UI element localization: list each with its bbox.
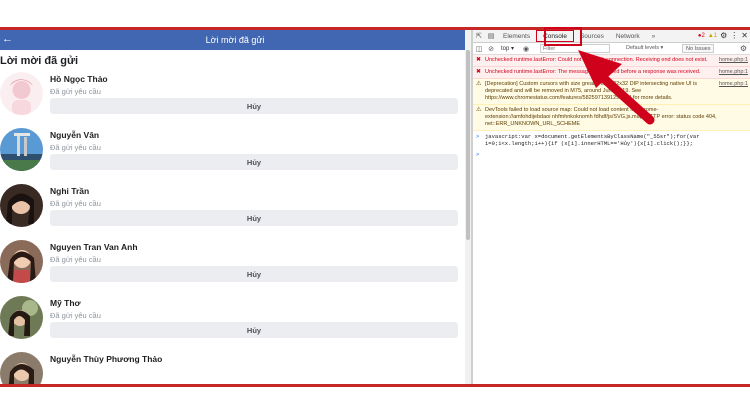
error-count[interactable]: ●2 <box>698 33 705 39</box>
message-text: [Deprecation] Custom cursors with size g… <box>485 81 698 101</box>
device-toolbar-icon[interactable]: ▤ <box>485 30 497 42</box>
avatar[interactable] <box>0 72 43 115</box>
log-levels-dropdown[interactable]: Default levels ▾ <box>626 45 663 51</box>
contact-name[interactable]: Nghi Trần <box>50 186 89 196</box>
request-status: Đã gửi yêu cầu <box>50 311 101 320</box>
issues-button[interactable]: No Issues <box>682 44 715 53</box>
inspect-element-icon[interactable]: ⇱ <box>473 30 485 42</box>
cancel-request-button[interactable]: Hủy <box>50 266 458 282</box>
devtools-tabbar: ⇱ ▤ Elements Console Sources Network » ●… <box>473 30 750 43</box>
console-warning-message: ⚠ [Deprecation] Custom cursors with size… <box>473 79 750 105</box>
request-list: Hồ Ngọc Thảo Đã gửi yêu cầu Hủy Nguyễn V… <box>0 72 470 384</box>
warning-icon: ⚠ <box>476 81 482 87</box>
source-link[interactable]: home.php:1 <box>719 69 748 76</box>
context-selector[interactable]: top ▾ <box>501 45 514 52</box>
bottom-border <box>0 384 750 387</box>
list-item: Hồ Ngọc Thảo Đã gửi yêu cầu Hủy <box>0 72 470 128</box>
cancel-request-button[interactable]: Hủy <box>50 210 458 226</box>
tab-sources[interactable]: Sources <box>574 30 610 43</box>
console-error-message: ✖ Unchecked runtime.lastError: The messa… <box>473 67 750 79</box>
page-title: Lời mời đã gửi <box>205 35 265 45</box>
request-status: Đã gửi yêu cầu <box>50 199 101 208</box>
console-input-line[interactable]: > <box>473 149 750 158</box>
warning-count[interactable]: ▲1 <box>708 33 717 39</box>
console-warning-message: ⚠ DevTools failed to load source map: Co… <box>473 105 750 131</box>
avatar[interactable] <box>0 352 43 384</box>
source-link[interactable]: home.php:1 <box>719 81 748 88</box>
more-tabs-button[interactable]: » <box>646 30 662 43</box>
clear-console-icon[interactable]: ⊘ <box>485 43 497 55</box>
eye-icon[interactable]: ◉ <box>520 43 532 55</box>
request-status: Đã gửi yêu cầu <box>50 87 101 96</box>
message-text: DevTools failed to load source map: Coul… <box>485 107 717 127</box>
error-count-value: 2 <box>701 32 705 39</box>
request-status: Đã gửi yêu cầu <box>50 143 101 152</box>
scrollbar-thumb[interactable] <box>466 50 470 240</box>
prompt-chevron-icon: > <box>476 133 480 140</box>
close-icon[interactable]: ✕ <box>741 31 748 40</box>
warning-count-value: 1 <box>713 32 718 39</box>
avatar[interactable] <box>0 240 43 283</box>
contact-name[interactable]: Nguyễn Vân <box>50 130 99 140</box>
sidebar-toggle-icon[interactable]: ◫ <box>473 43 485 55</box>
message-text: Unchecked runtime.lastError: The message… <box>485 69 701 75</box>
list-item: Mỹ Thơ Đã gửi yêu cầu Hủy <box>0 296 470 352</box>
console-error-message: ✖ Unchecked runtime.lastError: Could not… <box>473 55 750 67</box>
arrow-left-icon[interactable]: ← <box>2 33 13 45</box>
error-icon: ✖ <box>476 69 482 75</box>
context-value: top <box>501 46 510 52</box>
section-title: Lời mời đã gửi <box>0 55 78 67</box>
devtools-status: ●2 ▲1 ⚙ ⋮ ✕ <box>698 31 748 40</box>
warning-icon: ⚠ <box>476 107 482 113</box>
command-text[interactable]: javascript:var x=document.getElementsByC… <box>485 133 700 147</box>
list-item: Nguyễn Thùy Phương Thảo <box>0 352 470 384</box>
list-item: Nguyễn Vân Đã gửi yêu cầu Hủy <box>0 128 470 184</box>
message-text: Unchecked runtime.lastError: Could not e… <box>485 57 708 63</box>
request-status: Đã gửi yêu cầu <box>50 255 101 264</box>
list-item: Nghi Trần Đã gửi yêu cầu Hủy <box>0 184 470 240</box>
console-filter-input[interactable] <box>540 44 611 53</box>
contact-name[interactable]: Hồ Ngọc Thảo <box>50 74 108 84</box>
prompt-chevron-icon: > <box>476 151 480 158</box>
page-header: ← Lời mời đã gửi <box>0 30 470 50</box>
console-toolbar: ◫ ⊘ top ▾ ◉ Default levels ▾ No Issues ⚙ <box>473 43 750 55</box>
list-item: Nguyen Tran Van Anh Đã gửi yêu cầu Hủy <box>0 240 470 296</box>
more-options-icon[interactable]: ⋮ <box>730 31 738 40</box>
console-command-entry[interactable]: > javascript:var x=document.getElementsB… <box>473 131 750 149</box>
tab-elements[interactable]: Elements <box>497 30 536 43</box>
contact-name[interactable]: Nguyen Tran Van Anh <box>50 242 138 252</box>
avatar[interactable] <box>0 296 43 339</box>
facebook-sent-requests-page: ← Lời mời đã gửi Lời mời đã gửi Hồ Ngọc … <box>0 30 470 384</box>
cancel-request-button[interactable]: Hủy <box>50 98 458 114</box>
avatar[interactable] <box>0 184 43 227</box>
cancel-request-button[interactable]: Hủy <box>50 322 458 338</box>
devtools-panel: ⇱ ▤ Elements Console Sources Network » ●… <box>473 30 750 384</box>
contact-name[interactable]: Nguyễn Thùy Phương Thảo <box>50 354 162 364</box>
tab-console[interactable]: Console <box>536 30 574 42</box>
avatar[interactable] <box>0 128 43 171</box>
tab-network[interactable]: Network <box>610 30 646 43</box>
error-icon: ✖ <box>476 57 482 63</box>
settings-gear-icon[interactable]: ⚙ <box>720 31 727 40</box>
contact-name[interactable]: Mỹ Thơ <box>50 298 81 308</box>
console-settings-icon[interactable]: ⚙ <box>740 44 747 53</box>
cancel-request-button[interactable]: Hủy <box>50 154 458 170</box>
screenshot-frame: ← Lời mời đã gửi Lời mời đã gửi Hồ Ngọc … <box>0 0 750 414</box>
source-link[interactable]: home.php:1 <box>719 57 748 64</box>
